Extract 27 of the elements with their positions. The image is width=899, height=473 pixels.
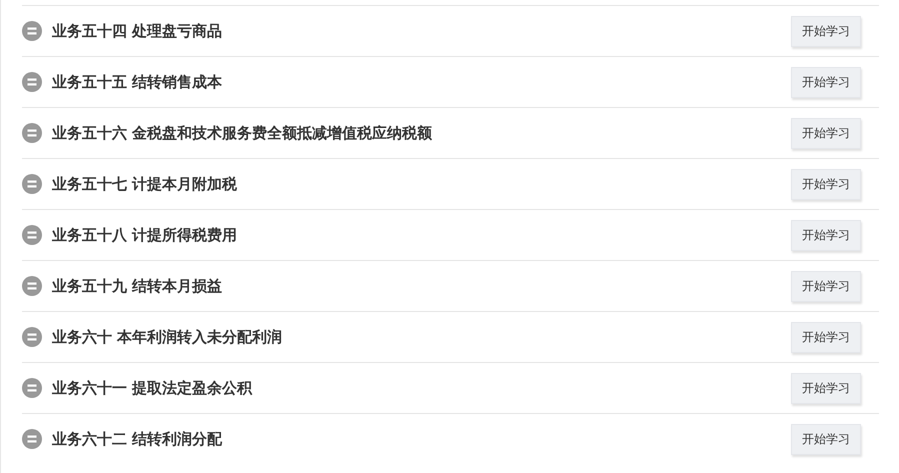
lesson-title: 业务六十一 提取法定盈余公积 [52,378,254,398]
start-learning-button[interactable]: 开始学习 [791,220,861,250]
list-bullet-icon [22,123,42,143]
list-bullet-icon [22,174,42,194]
list-bullet-icon [22,378,42,398]
lesson-title: 业务五十七 计提本月附加税 [52,174,238,194]
start-learning-button[interactable]: 开始学习 [791,322,861,352]
lesson-title: 业务五十四 处理盘亏商品 [52,22,224,40]
lesson-title: 业务五十八 计提所得税费用 [52,226,238,244]
start-learning-button[interactable]: 开始学习 [791,372,861,404]
start-learning-button[interactable]: 开始学习 [791,66,861,98]
lesson-title: 业务五十五 结转销售成本 [52,72,224,92]
lesson-title: 业务五十九 结转本月损益 [52,276,224,296]
lesson-title: 业务六十 本年利润转入未分配利润 [52,328,284,346]
list-bullet-icon [22,429,42,449]
list-bullet-icon [22,72,42,92]
list-bullet-icon [22,225,42,245]
start-learning-button[interactable]: 开始学习 [791,168,861,200]
start-learning-button[interactable]: 开始学习 [791,118,861,148]
lesson-title: 业务五十六 金税盘和技术服务费全额抵减增值税应纳税额 [52,124,434,142]
start-learning-button[interactable]: 开始学习 [791,16,861,46]
list-bullet-icon [22,21,42,41]
start-learning-button[interactable]: 开始学习 [791,270,861,302]
lesson-title: 业务六十二 结转利润分配 [52,430,224,448]
start-learning-button[interactable]: 开始学习 [791,424,861,454]
list-bullet-icon [22,276,42,296]
list-bullet-icon [22,327,42,347]
